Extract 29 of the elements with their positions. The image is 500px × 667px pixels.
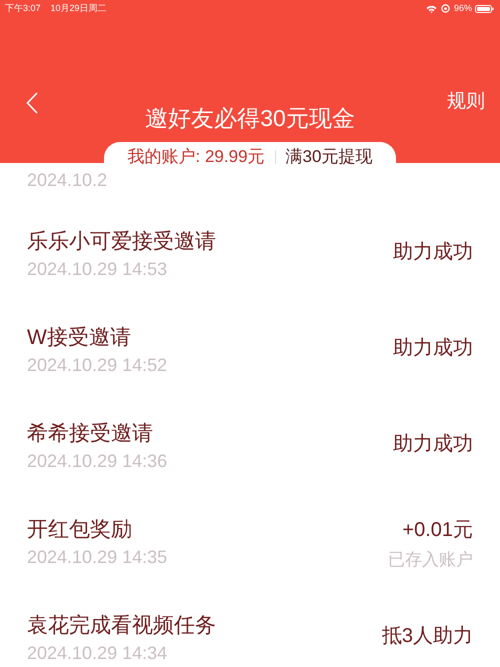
record-note: 已存入账户 xyxy=(388,549,473,571)
record-status: 抵3人助力 xyxy=(382,624,473,649)
record-time: 2024.10.29 14:36 xyxy=(27,450,168,472)
back-button[interactable] xyxy=(24,90,40,116)
record-title: 希希接受邀请 xyxy=(27,421,154,447)
status-time: 下午3:07 xyxy=(5,2,41,15)
record-time: 2024.10.29 14:35 xyxy=(27,546,168,568)
record-status: 助力成功 xyxy=(393,336,473,361)
record-time: 2024.10.29 14:53 xyxy=(27,258,168,280)
record-time: 2024.10.2 xyxy=(27,169,108,192)
record-title: 乐乐小可爱接受邀请 xyxy=(27,229,216,255)
reward-amount: +0.01元 xyxy=(402,518,473,543)
status-date: 10月29日周二 xyxy=(50,2,107,15)
wifi-icon xyxy=(426,4,437,13)
withdraw-threshold: 满30元提现 xyxy=(286,146,372,168)
record-title: 开红包奖励 xyxy=(27,517,133,543)
rotation-lock-icon xyxy=(440,4,450,14)
account-balance: 我的账户: 29.99元 xyxy=(128,146,265,168)
record-title: 袁花完成看视频任务 xyxy=(27,613,216,639)
battery-icon xyxy=(475,4,494,13)
page-title: 邀好友必得30元现金 xyxy=(144,104,356,133)
battery-percent: 96% xyxy=(454,2,472,15)
back-icon xyxy=(26,92,38,114)
record-title: W接受邀请 xyxy=(27,325,132,351)
record-time: 2024.10.29 14:52 xyxy=(27,354,168,376)
rules-link[interactable]: 规则 xyxy=(447,88,485,116)
record-time: 2024.10.29 14:34 xyxy=(27,642,168,664)
record-status: 助力成功 xyxy=(393,240,473,265)
record-status: 助力成功 xyxy=(393,432,473,457)
